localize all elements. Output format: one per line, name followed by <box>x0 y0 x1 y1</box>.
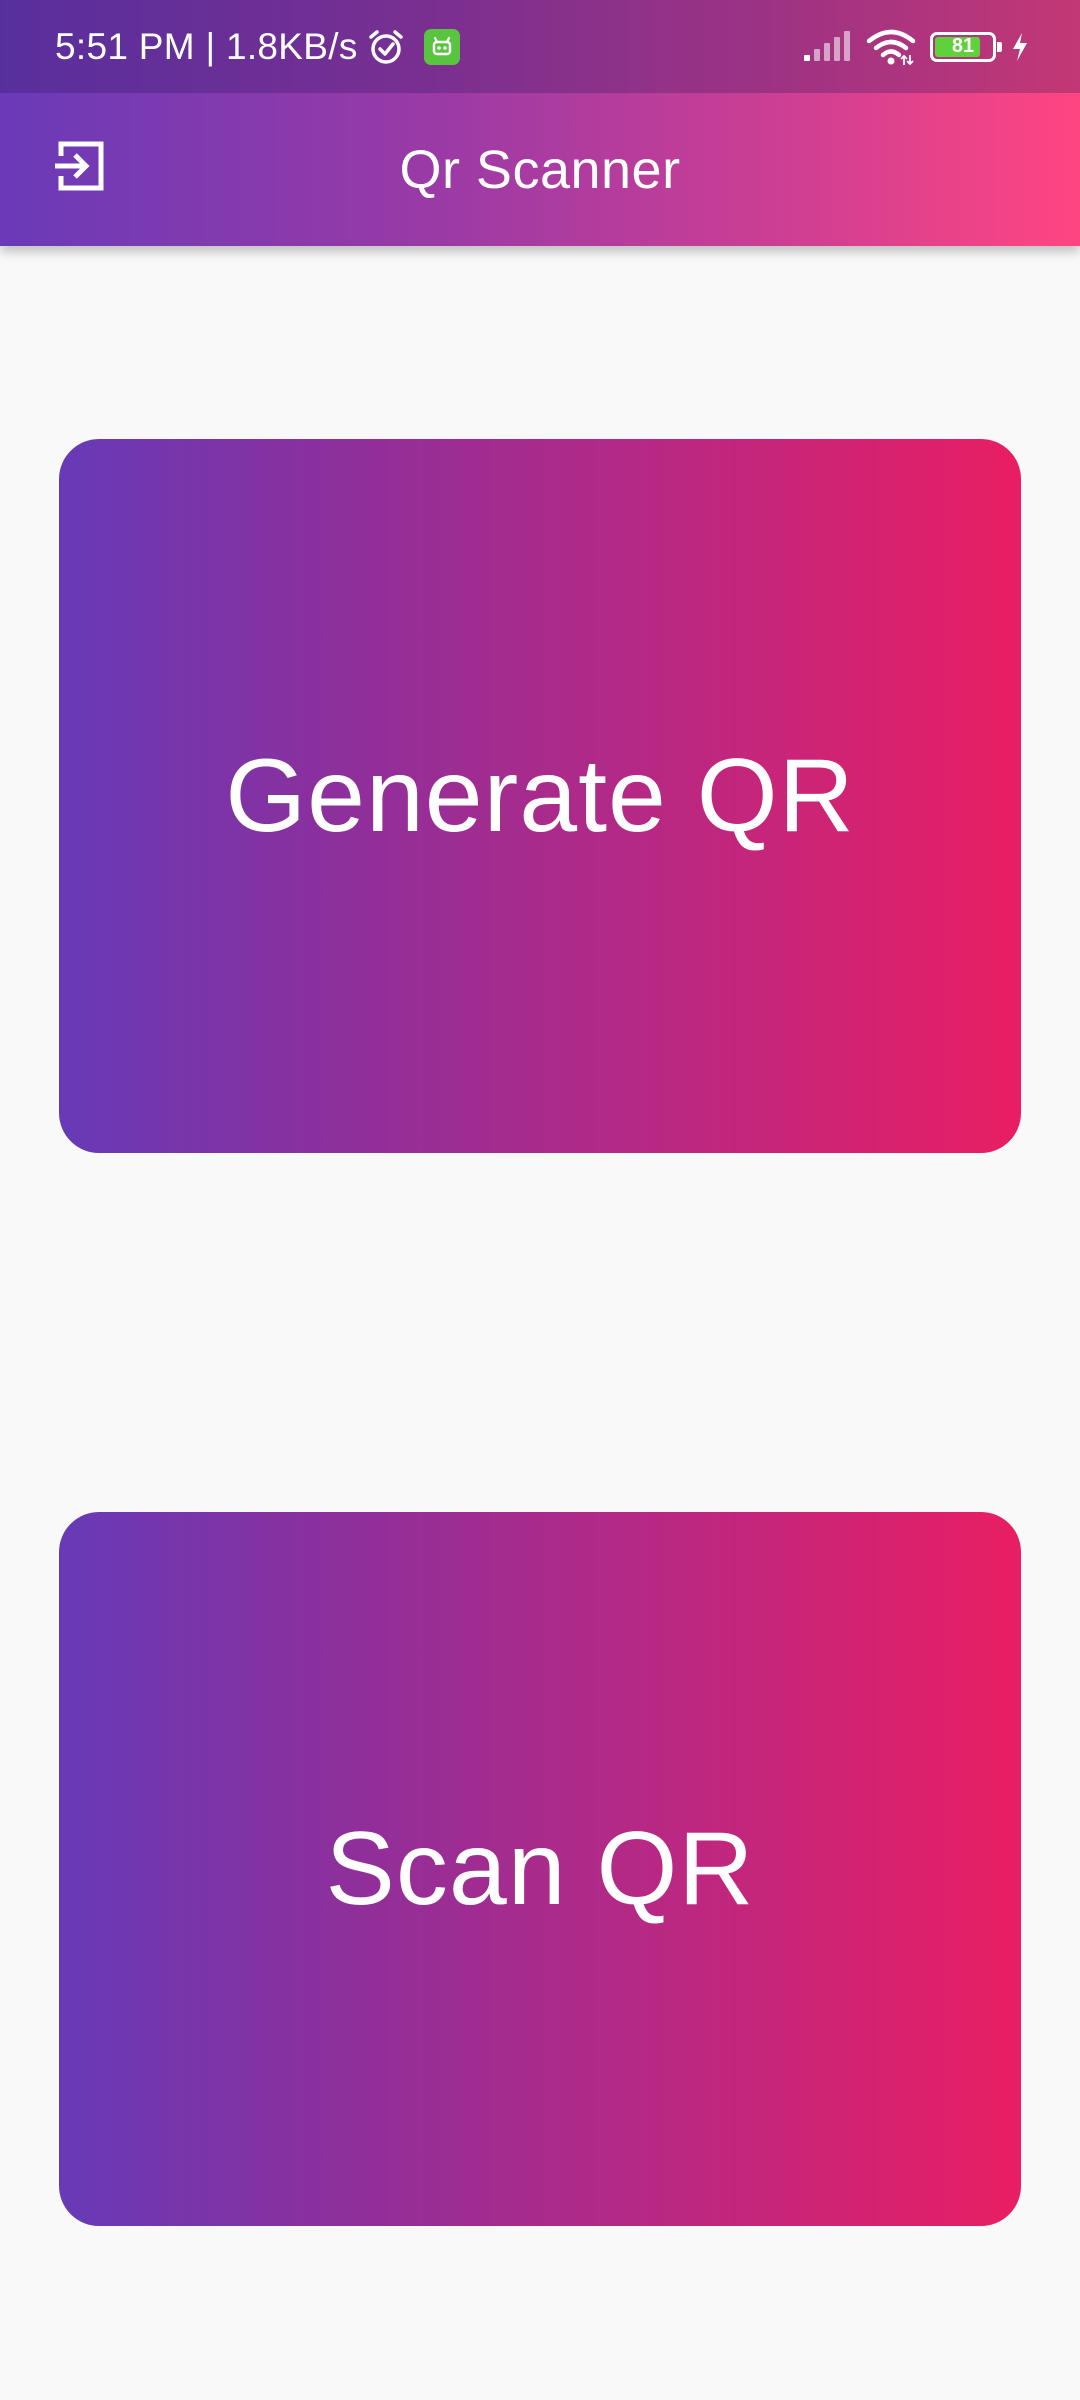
signal-icon <box>802 30 852 63</box>
generate-qr-label: Generate QR <box>225 737 855 854</box>
battery-icon: 81 <box>930 31 1002 62</box>
top-bar: 5:51 PM | 1.8KB/s 81 Qr Scanner <box>0 0 1080 246</box>
scan-qr-label: Scan QR <box>325 1810 755 1927</box>
exit-to-app-icon <box>53 138 109 199</box>
exit-button[interactable] <box>36 123 126 213</box>
status-bar: 5:51 PM | 1.8KB/s 81 <box>0 0 1080 93</box>
generate-qr-button[interactable]: Generate QR <box>59 439 1021 1153</box>
status-right: 81 <box>802 0 1030 93</box>
charging-icon <box>1010 31 1030 63</box>
wifi-icon <box>866 28 916 66</box>
app-title: Qr Scanner <box>399 139 681 200</box>
app-bar: Qr Scanner <box>0 93 1080 246</box>
scan-qr-button[interactable]: Scan QR <box>59 1512 1021 2226</box>
status-time: 5:51 PM | 1.8KB/s <box>55 25 358 67</box>
battery-level: 81 <box>951 35 975 57</box>
app-notification-icon <box>423 28 460 65</box>
alarm-icon <box>366 27 406 67</box>
status-left: 5:51 PM | 1.8KB/s <box>55 0 460 93</box>
battery-nub <box>997 41 1002 52</box>
